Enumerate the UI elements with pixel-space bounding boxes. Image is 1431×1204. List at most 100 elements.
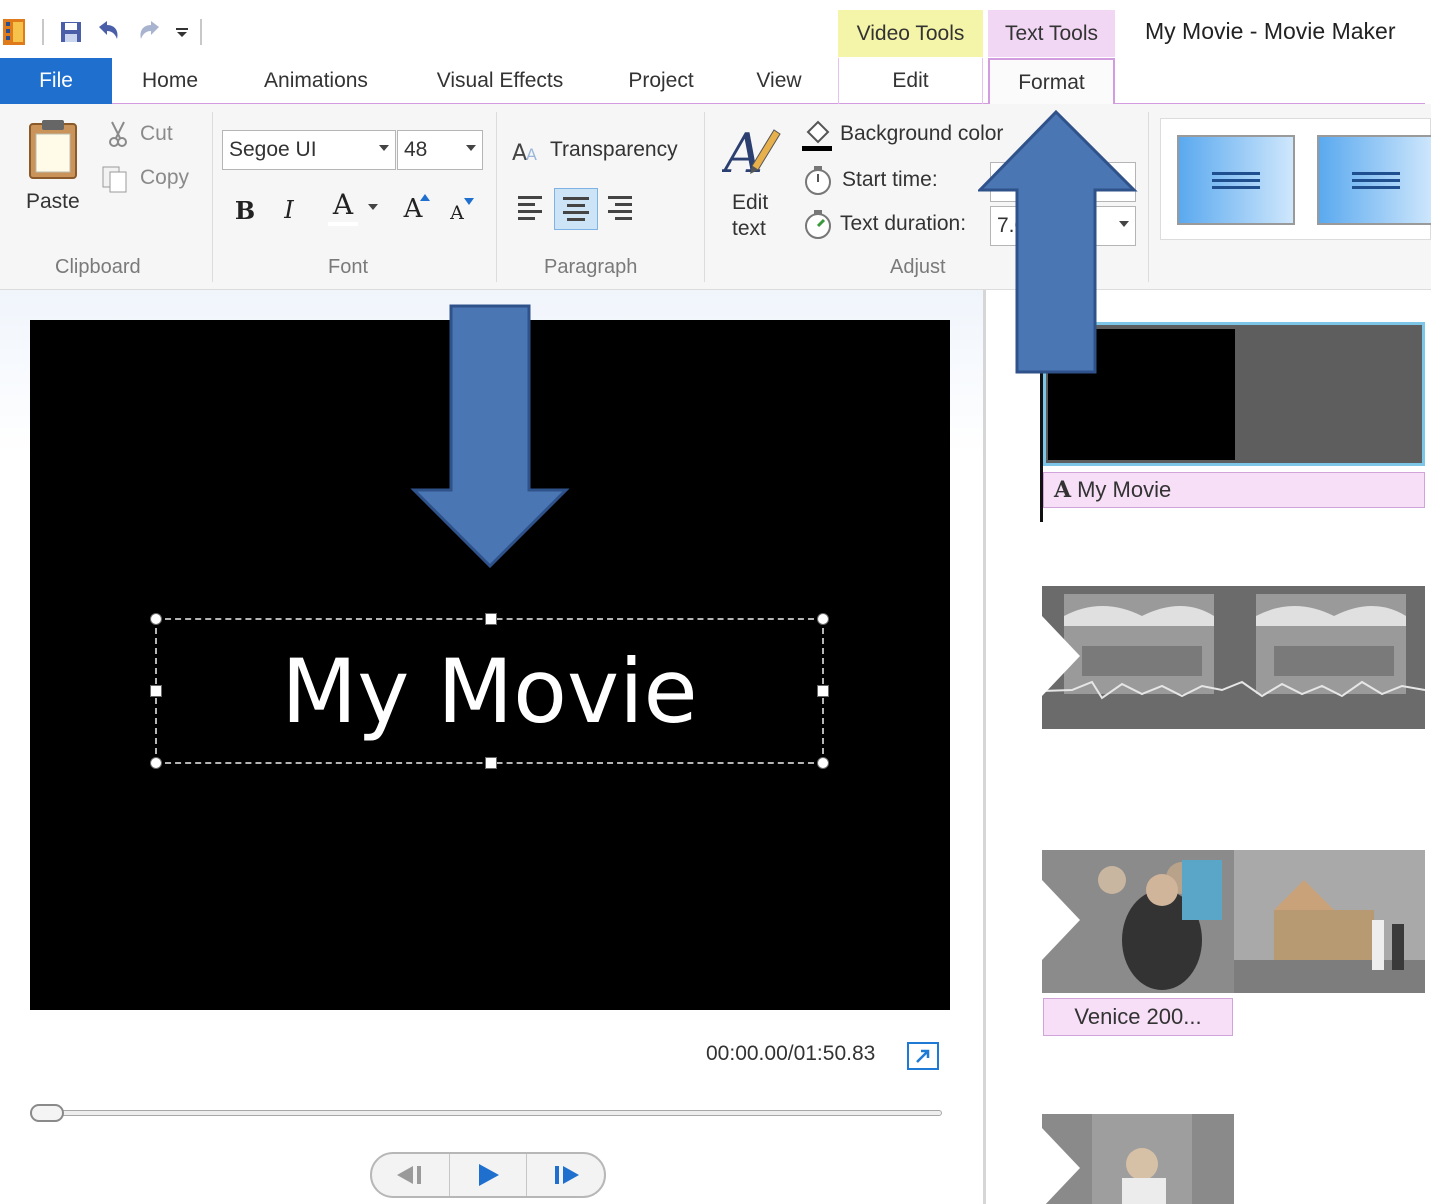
tab-visual-effects[interactable]: Visual Effects: [414, 58, 586, 104]
clipboard-group-label: Clipboard: [55, 256, 141, 278]
qat-divider: [42, 19, 44, 45]
shrink-font-button[interactable]: A: [444, 194, 478, 228]
paragraph-group-label: Paragraph: [544, 256, 638, 278]
redo-icon[interactable]: [130, 12, 170, 52]
svg-text:A: A: [526, 145, 537, 164]
resize-handle-bottom[interactable]: [485, 757, 497, 769]
adjust-group-label: Adjust: [890, 256, 946, 278]
group-divider: [704, 112, 705, 282]
title-text-box[interactable]: My Movie: [150, 613, 829, 769]
transition-notch: [1042, 1128, 1080, 1204]
tab-format[interactable]: Format: [988, 58, 1115, 106]
align-center-icon: [563, 197, 589, 200]
copy-button[interactable]: Copy: [100, 164, 200, 196]
tab-edit[interactable]: Edit: [838, 58, 983, 104]
group-divider: [1148, 112, 1149, 282]
tab-view[interactable]: View: [734, 58, 824, 104]
resize-handle-top-right[interactable]: [817, 613, 829, 625]
fullscreen-preview-button[interactable]: [907, 1042, 939, 1070]
align-center-button[interactable]: [554, 188, 598, 230]
tab-project[interactable]: Project: [606, 58, 716, 104]
grow-font-button[interactable]: A: [398, 190, 434, 228]
title-clip-caption-text: My Movie: [1077, 477, 1172, 502]
svg-text:A: A: [722, 122, 763, 182]
seek-bar-thumb[interactable]: [30, 1104, 64, 1122]
save-icon[interactable]: [56, 12, 86, 52]
svg-text:A: A: [512, 141, 527, 164]
edit-text-icon: A: [722, 122, 781, 182]
play-icon: [479, 1164, 499, 1186]
align-left-button[interactable]: [512, 190, 548, 226]
annotation-arrow-down: [410, 304, 570, 569]
previous-frame-button[interactable]: [372, 1154, 449, 1196]
edit-text-label-line2: text: [732, 217, 766, 240]
align-left-icon: [518, 196, 542, 199]
bold-button[interactable]: B: [228, 192, 262, 228]
title-clip-caption[interactable]: A My Movie: [1043, 472, 1425, 508]
arrow-up-icon: [420, 194, 430, 201]
resize-handle-top[interactable]: [485, 613, 497, 625]
font-color-swatch: [328, 222, 358, 226]
pane-splitter[interactable]: [983, 290, 986, 1204]
font-size-dropdown[interactable]: 48: [397, 130, 483, 170]
paint-bucket-icon: [802, 120, 832, 151]
text-duration-label: Text duration:: [840, 212, 967, 235]
resize-handle-bottom-right[interactable]: [817, 757, 829, 769]
clip-3-caption[interactable]: Venice 200...: [1043, 998, 1233, 1036]
text-tools-context-label: Text Tools: [988, 10, 1115, 57]
text-effect-option-1[interactable]: [1177, 135, 1295, 225]
font-color-button[interactable]: A: [322, 186, 384, 228]
video-clip-2[interactable]: [1042, 586, 1425, 729]
video-clip-4[interactable]: [1042, 1114, 1234, 1204]
movie-title-text[interactable]: My Movie: [157, 620, 822, 762]
transparency-button[interactable]: A A Transparency: [512, 134, 688, 168]
qat-divider: [200, 19, 202, 45]
ribbon-tabs: File Home Animations Visual Effects Proj…: [0, 58, 1431, 106]
next-frame-button[interactable]: [526, 1154, 604, 1196]
chevron-down-icon: [379, 145, 389, 151]
resize-handle-top-left[interactable]: [150, 613, 162, 625]
arrow-down-icon: [464, 198, 474, 205]
edit-text-button[interactable]: A Edit text: [720, 116, 786, 246]
tab-animations[interactable]: Animations: [238, 58, 394, 104]
text-effect-option-2[interactable]: [1317, 135, 1431, 225]
transition-notch: [1042, 616, 1080, 696]
transparency-label: Transparency: [550, 138, 678, 161]
font-color-label: A: [332, 187, 354, 221]
expand-arrow-icon: [916, 1049, 930, 1063]
tab-file[interactable]: File: [0, 58, 112, 104]
font-size-value: 48: [404, 138, 428, 161]
chevron-down-icon: [466, 145, 476, 151]
app-menu-icon[interactable]: [0, 12, 30, 52]
align-right-button[interactable]: [602, 190, 638, 226]
text-effects-gallery: [1160, 118, 1431, 240]
edit-text-label-line1: Edit: [732, 191, 769, 214]
font-family-dropdown[interactable]: Segoe UI: [222, 130, 396, 170]
stopwatch-icon: [805, 166, 831, 195]
resize-handle-bottom-left[interactable]: [150, 757, 162, 769]
cut-button[interactable]: Cut: [104, 120, 200, 152]
align-right-icon: [608, 196, 632, 199]
paste-icon: [29, 120, 77, 179]
tab-home[interactable]: Home: [118, 58, 222, 104]
scissors-icon: [109, 121, 127, 147]
play-button[interactable]: [448, 1154, 527, 1196]
window-title: My Movie - Movie Maker: [1145, 18, 1396, 44]
text-caption-icon: A: [1054, 477, 1072, 503]
playback-controls: [370, 1152, 606, 1198]
group-divider: [496, 112, 497, 282]
video-clip-3[interactable]: [1042, 850, 1425, 993]
resize-handle-right[interactable]: [817, 685, 829, 697]
seek-bar-track[interactable]: [30, 1110, 942, 1116]
clip-3-thumbnail: [1042, 850, 1425, 993]
customize-qat-icon[interactable]: [170, 12, 194, 52]
undo-icon[interactable]: [86, 12, 130, 52]
video-tools-context-label: Video Tools: [838, 10, 983, 57]
resize-handle-left[interactable]: [150, 685, 162, 697]
paste-button[interactable]: Paste: [20, 116, 86, 228]
italic-button[interactable]: I: [272, 192, 306, 228]
font-family-value: Segoe UI: [229, 138, 317, 161]
quick-access-toolbar: [0, 12, 214, 52]
paste-label: Paste: [26, 190, 80, 213]
timecode-display: 00:00.00/01:50.83: [706, 1042, 876, 1065]
